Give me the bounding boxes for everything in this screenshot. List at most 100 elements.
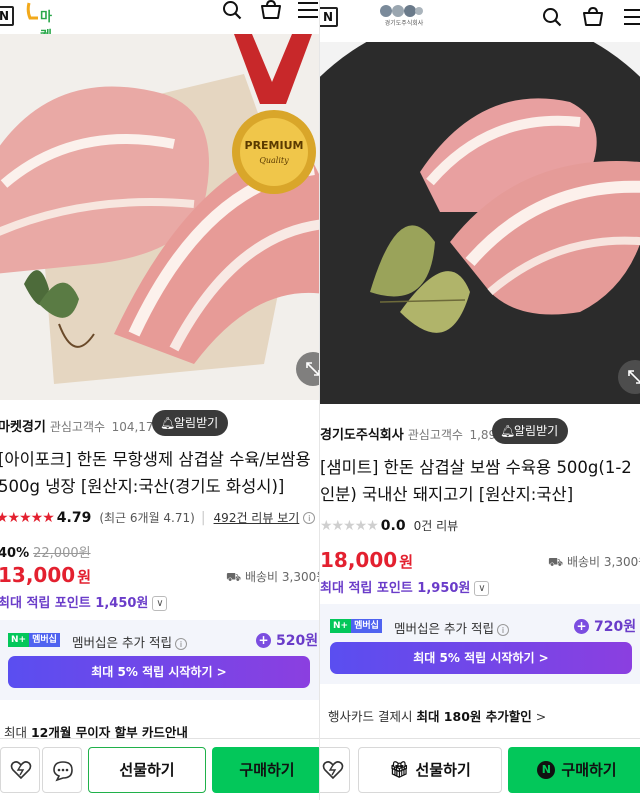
expand-icon	[628, 370, 640, 384]
expand-icon	[306, 362, 319, 376]
gift-label: 선물하기	[415, 761, 471, 779]
nplus-badge: N+	[330, 619, 352, 633]
alarm-button[interactable]: 🔔︎알림받기	[152, 410, 229, 436]
header: N 마켓경기	[0, 0, 319, 82]
discount-row: 40% 22,000원	[0, 542, 91, 561]
seller-name[interactable]: 마켓경기	[0, 420, 46, 435]
rating-row: ★★★★★ 0.0 0건 리뷰	[320, 517, 458, 534]
right-product-screen: N 경기도주식회사 경기도주식회사 관심고객수 1,897 🔔︎알림받기 [샘미…	[319, 0, 640, 800]
start-earning-button[interactable]: 최대 5% 적립 시작하기 >	[8, 656, 310, 688]
shipping-text: 배송비 3,300원	[244, 570, 319, 584]
membership-label: 멤버십은 추가 적립	[72, 635, 172, 650]
naver-pay-icon: N	[537, 761, 556, 779]
wishlist-button[interactable]	[320, 747, 350, 793]
sale-price: 18,000 원	[320, 548, 413, 572]
currency: 원	[399, 553, 413, 571]
talk-button[interactable]	[42, 747, 82, 793]
card-info[interactable]: 행사카드 결제시 최대 180원 추가할인 >	[328, 706, 546, 725]
search-icon[interactable]	[542, 7, 562, 27]
gift-icon: 🎁︎	[389, 760, 410, 779]
buy-label: 구매하기	[561, 761, 617, 779]
pork-belly-photo: PREMIUM Quality	[0, 34, 319, 400]
left-product-screen: N 마켓경기 PREMIUM Quality	[0, 0, 319, 800]
product-title: [아이포크] 한돈 무항생제 삼겹살 수육/보쌈용 500g 냉장 [원산지:국…	[0, 450, 311, 496]
bottom-bar: 🎁︎ 선물하기 N 구매하기	[320, 738, 640, 800]
company-logo-icon	[380, 5, 423, 17]
brand-logo[interactable]: 경기도주식회사	[378, 4, 426, 28]
pork-belly-photo	[320, 42, 640, 404]
points-text: 최대 적립 포인트 1,950원	[320, 581, 471, 596]
product-title: [샘미트] 한돈 삼겹살 보쌈 수육용 500g(1-2인분) 국내산 돼지고기…	[320, 458, 632, 504]
info-icon[interactable]: i	[496, 624, 509, 636]
shipping-fee: ⛟ 배송비 3,300원	[548, 553, 640, 571]
start-earning-button[interactable]: 최대 5% 적립 시작하기 >	[330, 642, 632, 674]
chevron-down-icon[interactable]: ∨	[152, 596, 168, 611]
membership-box: N+ 멤버십 멤버십은 추가 적립 i +520원 최대 5% 적립 시작하기 >	[0, 620, 319, 700]
rating-stars: ★★★★★	[0, 510, 55, 526]
followers-label: 관심고객수	[407, 428, 463, 442]
cart-icon[interactable]	[582, 7, 604, 27]
membership-badge: 멤버십	[29, 633, 60, 647]
membership-text: 멤버십은 추가 적립 i	[72, 632, 187, 651]
product-image[interactable]	[320, 42, 640, 404]
plus-icon: +	[256, 633, 271, 648]
alarm-label: 알림받기	[514, 424, 559, 438]
product-image[interactable]: PREMIUM Quality	[0, 34, 319, 400]
cart-icon[interactable]	[260, 0, 282, 20]
bell-icon: 🔔︎	[500, 424, 516, 438]
divider: |	[200, 510, 206, 526]
original-price: 22,000원	[33, 546, 91, 561]
buy-button[interactable]: 구매하기	[212, 747, 319, 793]
seller-info[interactable]: 마켓경기 관심고객수 104,178	[0, 416, 161, 435]
membership-points-value: 720원	[594, 619, 637, 635]
svg-text:PREMIUM: PREMIUM	[245, 139, 304, 152]
chat-icon	[53, 761, 73, 782]
header: N 경기도주식회사	[320, 0, 640, 34]
heart-icon	[10, 761, 32, 780]
nplus-membership-badge: N+ 멤버십	[330, 619, 382, 633]
currency: 원	[77, 568, 91, 586]
seller-info[interactable]: 경기도주식회사 관심고객수 1,897	[320, 424, 504, 443]
naver-n-button[interactable]: N	[320, 7, 338, 27]
svg-text:Quality: Quality	[259, 156, 289, 165]
rating-score: 4.79	[56, 510, 92, 526]
info-icon[interactable]: i	[174, 638, 187, 650]
max-points[interactable]: 최대 적립 포인트 1,450원 ∨	[0, 592, 168, 611]
wishlist-button[interactable]	[0, 747, 40, 793]
menu-icon[interactable]	[624, 8, 640, 26]
card-info-suffix: >	[531, 709, 547, 724]
membership-points: +720원	[574, 616, 636, 636]
card-info-prefix: 행사카드 결제시	[328, 709, 417, 724]
chevron-down-icon[interactable]: ∨	[474, 581, 490, 596]
brand-mark-icon	[26, 2, 38, 20]
reviews-count[interactable]: 0건 리뷰	[414, 519, 459, 533]
menu-icon[interactable]	[298, 1, 318, 19]
info-icon[interactable]: i	[303, 512, 316, 524]
rating-stars: ★★★★★	[320, 518, 379, 534]
alarm-button[interactable]: 🔔︎알림받기	[492, 418, 569, 444]
membership-text: 멤버십은 추가 적립 i	[394, 618, 509, 637]
shipping-fee: ⛟ 배송비 3,300원	[226, 568, 319, 586]
gift-button[interactable]: 선물하기	[88, 747, 206, 793]
search-icon[interactable]	[222, 0, 242, 20]
membership-badge: 멤버십	[351, 619, 382, 633]
heart-icon	[322, 761, 344, 780]
followers-label: 관심고객수	[49, 420, 106, 434]
gift-button[interactable]: 🎁︎ 선물하기	[358, 747, 502, 793]
sale-price: 13,000 원	[0, 563, 91, 587]
points-text: 최대 적립 포인트 1,450원	[0, 596, 149, 611]
shipping-text: 배송비 3,300원	[566, 555, 640, 569]
plus-icon: +	[574, 619, 589, 634]
nplus-membership-badge: N+ 멤버십	[8, 633, 60, 647]
max-points[interactable]: 최대 적립 포인트 1,950원 ∨	[320, 577, 490, 596]
company-logo-text: 경기도주식회사	[384, 20, 424, 27]
bell-icon: 🔔︎	[160, 416, 176, 430]
seller-name[interactable]: 경기도주식회사	[320, 428, 404, 443]
reviews-link[interactable]: 492건 리뷰 보기	[214, 511, 300, 525]
truck-icon: ⛟	[548, 555, 564, 569]
buy-button[interactable]: N 구매하기	[508, 747, 640, 793]
membership-points-value: 520원	[276, 633, 319, 649]
naver-n-button[interactable]: N	[0, 6, 14, 26]
membership-label: 멤버십은 추가 적립	[394, 621, 494, 636]
discount-rate: 40%	[0, 546, 30, 561]
